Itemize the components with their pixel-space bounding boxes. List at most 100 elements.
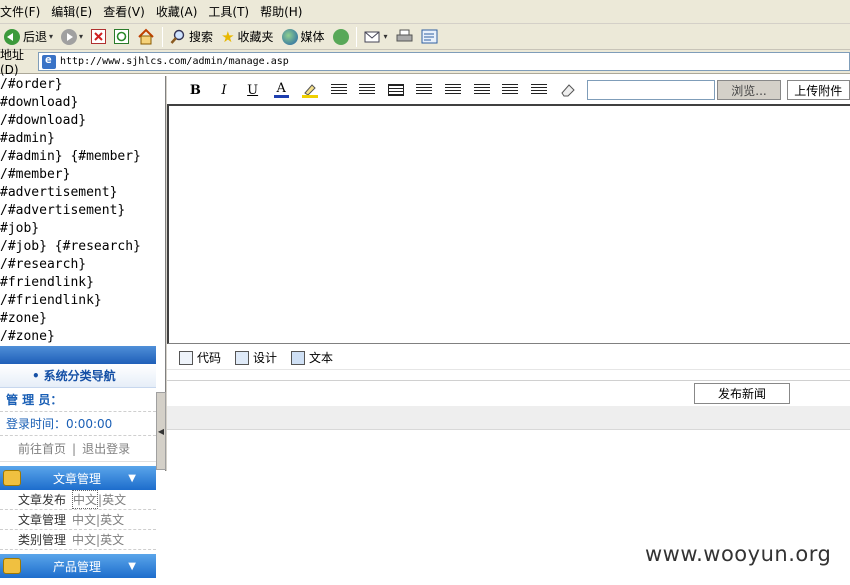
code-line: /#admin} {#member} bbox=[0, 149, 141, 164]
chevron-left-icon: ◀ bbox=[157, 426, 165, 436]
code-line: /#job} {#research} bbox=[0, 239, 141, 254]
login-time-value: 0:00:00 bbox=[66, 416, 113, 431]
history-button[interactable] bbox=[329, 26, 353, 48]
bold-button[interactable]: B bbox=[181, 79, 210, 101]
admin-row: 管 理 员： bbox=[0, 388, 156, 412]
watermark: www.wooyun.org bbox=[645, 542, 832, 566]
editor-content-area[interactable] bbox=[167, 104, 850, 344]
refresh-icon bbox=[114, 29, 130, 44]
browser-toolbar: 后退 ▾ ▾ 搜索 ★ 收藏夹 媒体 ▾ bbox=[0, 24, 850, 50]
tab-code[interactable]: 代码 bbox=[179, 349, 221, 366]
english-link[interactable]: 英文 bbox=[100, 511, 124, 528]
publish-news-button[interactable]: 发布新闻 bbox=[694, 383, 790, 404]
unordered-list-button[interactable] bbox=[439, 79, 468, 101]
menu-tools[interactable]: 工具(T) bbox=[208, 3, 260, 20]
font-color-icon: A bbox=[276, 80, 286, 96]
search-button[interactable]: 搜索 bbox=[166, 26, 217, 48]
horizontal-rule-icon bbox=[387, 84, 404, 96]
media-button[interactable]: 媒体 bbox=[278, 26, 329, 48]
dropdown-arrow-icon: ▾ bbox=[49, 32, 54, 41]
home-icon bbox=[138, 28, 154, 45]
horizontal-rule-button[interactable] bbox=[381, 79, 410, 101]
code-line: #zone} bbox=[0, 311, 47, 326]
login-time-row: 登录时间： 0:00:00 bbox=[0, 412, 156, 436]
browse-button[interactable]: 浏览... bbox=[717, 80, 781, 100]
menu-favorites[interactable]: 收藏(A) bbox=[156, 3, 209, 20]
back-arrow-icon bbox=[4, 28, 20, 45]
chinese-link[interactable]: 中文 bbox=[72, 490, 99, 509]
address-input[interactable]: http://www.sjhlcs.com/admin/manage.asp bbox=[38, 52, 850, 71]
edit-page-button[interactable] bbox=[417, 26, 442, 48]
menu-edit[interactable]: 编辑(E) bbox=[51, 3, 103, 20]
code-line: #admin} bbox=[0, 131, 55, 146]
admin-label: 管 理 员： bbox=[6, 393, 63, 407]
stop-button[interactable] bbox=[87, 26, 110, 48]
link-separator: | bbox=[72, 441, 77, 456]
address-label: 地址(D) bbox=[0, 48, 25, 77]
text-icon bbox=[291, 350, 306, 365]
code-line: /#zone} bbox=[0, 329, 55, 344]
indent-button[interactable] bbox=[353, 79, 382, 101]
align-left-button[interactable] bbox=[467, 79, 496, 101]
dropdown-arrow-icon: ▾ bbox=[383, 32, 388, 41]
home-button[interactable] bbox=[133, 26, 159, 48]
code-line: /#member} bbox=[0, 167, 71, 182]
highlight-button[interactable] bbox=[296, 79, 325, 101]
tab-text[interactable]: 文本 bbox=[291, 349, 333, 366]
font-color-button[interactable]: A bbox=[267, 79, 296, 101]
eraser-button[interactable] bbox=[553, 79, 582, 101]
sidebar-item-category-manage: 类别管理 中文 | 英文 bbox=[0, 530, 156, 550]
refresh-button[interactable] bbox=[110, 26, 133, 48]
logout-link[interactable]: 退出登录 bbox=[82, 440, 130, 457]
star-icon: ★ bbox=[221, 27, 235, 46]
media-label: 媒体 bbox=[300, 30, 325, 44]
collapse-sidebar-handle[interactable]: ◀ bbox=[156, 392, 166, 470]
back-label: 后退 bbox=[23, 30, 48, 44]
code-line: /#advertisement} bbox=[0, 203, 126, 218]
menu-file[interactable]: 文件(F) bbox=[0, 3, 51, 20]
outdent-icon bbox=[330, 84, 347, 96]
file-path-input[interactable] bbox=[586, 80, 716, 100]
group-article-management[interactable]: 文章管理 ▼ bbox=[0, 466, 156, 490]
folder-icon bbox=[3, 558, 21, 574]
code-line: #download} bbox=[0, 95, 79, 110]
toolbar-separator bbox=[162, 26, 164, 47]
home-link[interactable]: 前往首页 bbox=[18, 440, 66, 457]
footer-strip bbox=[167, 406, 850, 430]
english-link[interactable]: 英文 bbox=[102, 491, 126, 508]
nav-header-bar bbox=[0, 346, 156, 364]
upload-attachment-button[interactable]: 上传附件 bbox=[786, 80, 850, 100]
mail-button[interactable]: ▾ bbox=[360, 26, 392, 48]
forward-button[interactable]: ▾ bbox=[57, 26, 87, 48]
print-button[interactable] bbox=[392, 26, 417, 48]
favorites-button[interactable]: ★ 收藏夹 bbox=[217, 26, 277, 48]
bullet-icon: • bbox=[32, 368, 40, 383]
align-center-button[interactable] bbox=[496, 79, 525, 101]
ordered-list-button[interactable] bbox=[410, 79, 439, 101]
italic-button[interactable]: I bbox=[210, 79, 239, 101]
nav-links: 前往首页 | 退出登录 bbox=[0, 436, 156, 462]
chinese-link[interactable]: 中文 bbox=[72, 511, 96, 528]
menu-view[interactable]: 查看(V) bbox=[103, 3, 156, 20]
underline-button[interactable]: U bbox=[238, 79, 267, 101]
address-bar: 地址(D) http://www.sjhlcs.com/admin/manage… bbox=[0, 48, 850, 77]
chinese-link[interactable]: 中文 bbox=[72, 531, 96, 548]
folder-icon bbox=[3, 470, 21, 486]
group-product-management[interactable]: 产品管理 ▼ bbox=[0, 554, 156, 578]
code-line: /#download} bbox=[0, 113, 87, 128]
tab-design[interactable]: 设计 bbox=[235, 349, 277, 366]
edit-page-icon bbox=[421, 29, 438, 44]
code-line: /#research} bbox=[0, 257, 87, 272]
back-button[interactable]: 后退 ▾ bbox=[0, 26, 57, 48]
align-right-button[interactable] bbox=[525, 79, 554, 101]
dropdown-arrow-icon: ▾ bbox=[79, 32, 84, 41]
group-label: 文章管理 bbox=[53, 471, 102, 486]
search-icon bbox=[170, 29, 185, 44]
english-link[interactable]: 英文 bbox=[100, 531, 124, 548]
item-label: 文章管理 bbox=[18, 513, 67, 527]
nav-title: • 系统分类导航 bbox=[0, 364, 156, 388]
menu-help[interactable]: 帮助(H) bbox=[260, 3, 313, 20]
mail-icon bbox=[364, 31, 380, 42]
tab-text-label: 文本 bbox=[309, 351, 334, 365]
outdent-button[interactable] bbox=[324, 79, 353, 101]
